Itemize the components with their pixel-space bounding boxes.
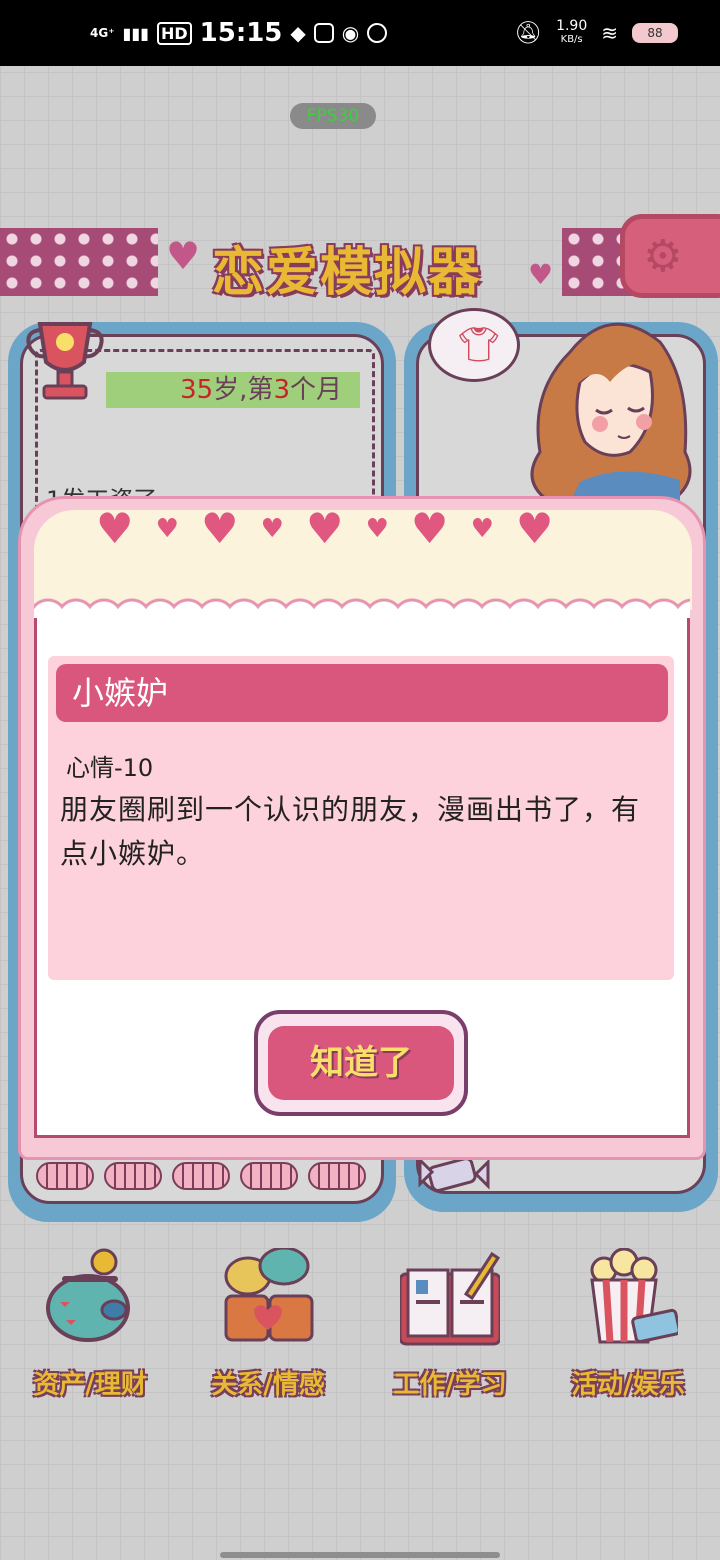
outfit-button[interactable]: 👕︎ xyxy=(428,308,520,382)
signal-icon: ▮▮▮ xyxy=(122,23,149,43)
heart-icon: ♥ xyxy=(305,504,344,553)
confirm-button[interactable]: 知道了 xyxy=(268,1026,454,1100)
net-speed: 1.90 KB/s xyxy=(556,18,588,46)
heart-icon: ♥ xyxy=(200,504,239,553)
nav-label: 工作/学习 xyxy=(393,1370,507,1400)
candy-icon xyxy=(308,1162,366,1190)
piggy-bank-icon xyxy=(46,1248,130,1342)
heart-icon: ♥ xyxy=(470,514,494,544)
qq-icon: ◆ xyxy=(290,21,306,45)
candy-icon xyxy=(172,1162,230,1190)
network-indicator: 4G⁺ xyxy=(90,26,115,40)
nav-label: 资产/理财 xyxy=(33,1370,147,1400)
heart-icon: ♥ xyxy=(96,504,134,553)
candy-icon xyxy=(36,1162,94,1190)
trophy-icon xyxy=(26,322,104,400)
scallop-border xyxy=(34,590,690,618)
nav-assets-finance[interactable]: 资产/理财 xyxy=(10,1248,170,1408)
app-icon xyxy=(313,23,334,43)
candy-icon xyxy=(240,1162,298,1190)
net-speed-value: 1.90 xyxy=(556,18,588,34)
nav-work-study[interactable]: 工作/学习 xyxy=(370,1248,530,1408)
video-icon xyxy=(367,23,388,43)
heart-icon: ♥ xyxy=(515,504,554,553)
heart-icon: ♥ xyxy=(365,514,389,544)
status-right: 🔕︎ 1.90 KB/s ≋ 88 xyxy=(514,18,678,46)
nav-label: 活动/娱乐 xyxy=(571,1370,685,1400)
wifi-icon: ≋ xyxy=(601,21,618,45)
heart-icon: ♥ xyxy=(260,514,284,544)
event-effect: 心情-10 xyxy=(66,754,154,782)
month-number: 3 xyxy=(273,375,290,405)
coffee-cups-icon xyxy=(224,1248,314,1342)
weibo-icon: ◉ xyxy=(341,21,360,45)
hearts-decoration: ♥ ♥ ♥ ♥ ♥ ♥ ♥ ♥ ♥ xyxy=(96,508,554,550)
character-avatar xyxy=(530,322,692,502)
candy-icon xyxy=(104,1162,162,1190)
status-bar: 4G⁺ ▮▮▮ HD 15:15 ◆ ◉ 🔕︎ 1.90 KB/s ≋ 88 xyxy=(0,0,720,66)
clock: 15:15 xyxy=(199,18,283,48)
age-display: 35岁,第3个月 xyxy=(106,372,360,408)
popcorn-icon xyxy=(590,1248,678,1344)
nav-relationship-emotion[interactable]: 关系/情感 xyxy=(188,1248,348,1408)
heart-icon: ♥ xyxy=(166,234,201,278)
game-title: 恋爱模拟器 xyxy=(212,243,483,303)
home-indicator[interactable] xyxy=(220,1552,500,1558)
battery-icon: 88 xyxy=(632,23,678,43)
shirt-icon: 👕︎ xyxy=(457,325,501,365)
polka-ribbon-left xyxy=(0,228,158,296)
net-speed-unit: KB/s xyxy=(560,34,583,45)
status-left: 4G⁺ ▮▮▮ HD 15:15 ◆ ◉ xyxy=(90,18,388,48)
heart-icon: ♥ xyxy=(528,258,554,291)
month-unit: 个月 xyxy=(289,375,342,405)
event-title: 小嫉妒 xyxy=(56,664,668,722)
heart-icon: ♥ xyxy=(155,514,179,544)
fps-badge: FPS30 xyxy=(290,103,376,129)
battery-level: 88 xyxy=(647,26,663,40)
gear-icon: ⚙ xyxy=(643,231,683,282)
candy-decoration xyxy=(36,1162,376,1198)
event-description: 朋友圈刷到一个认识的朋友，漫画出书了，有点小嫉妒。 xyxy=(60,793,641,870)
mute-icon: 🔕︎ xyxy=(514,20,543,46)
nav-label: 关系/情感 xyxy=(211,1370,325,1400)
heart-icon: ♥ xyxy=(410,504,449,553)
hd-badge: HD xyxy=(156,21,192,45)
settings-button[interactable]: ⚙ xyxy=(620,214,720,298)
age-unit: 岁,第 xyxy=(213,375,274,405)
age-number: 35 xyxy=(180,375,214,405)
nav-activity-entertainment[interactable]: 活动/娱乐 xyxy=(548,1248,708,1408)
book-icon xyxy=(400,1251,500,1346)
